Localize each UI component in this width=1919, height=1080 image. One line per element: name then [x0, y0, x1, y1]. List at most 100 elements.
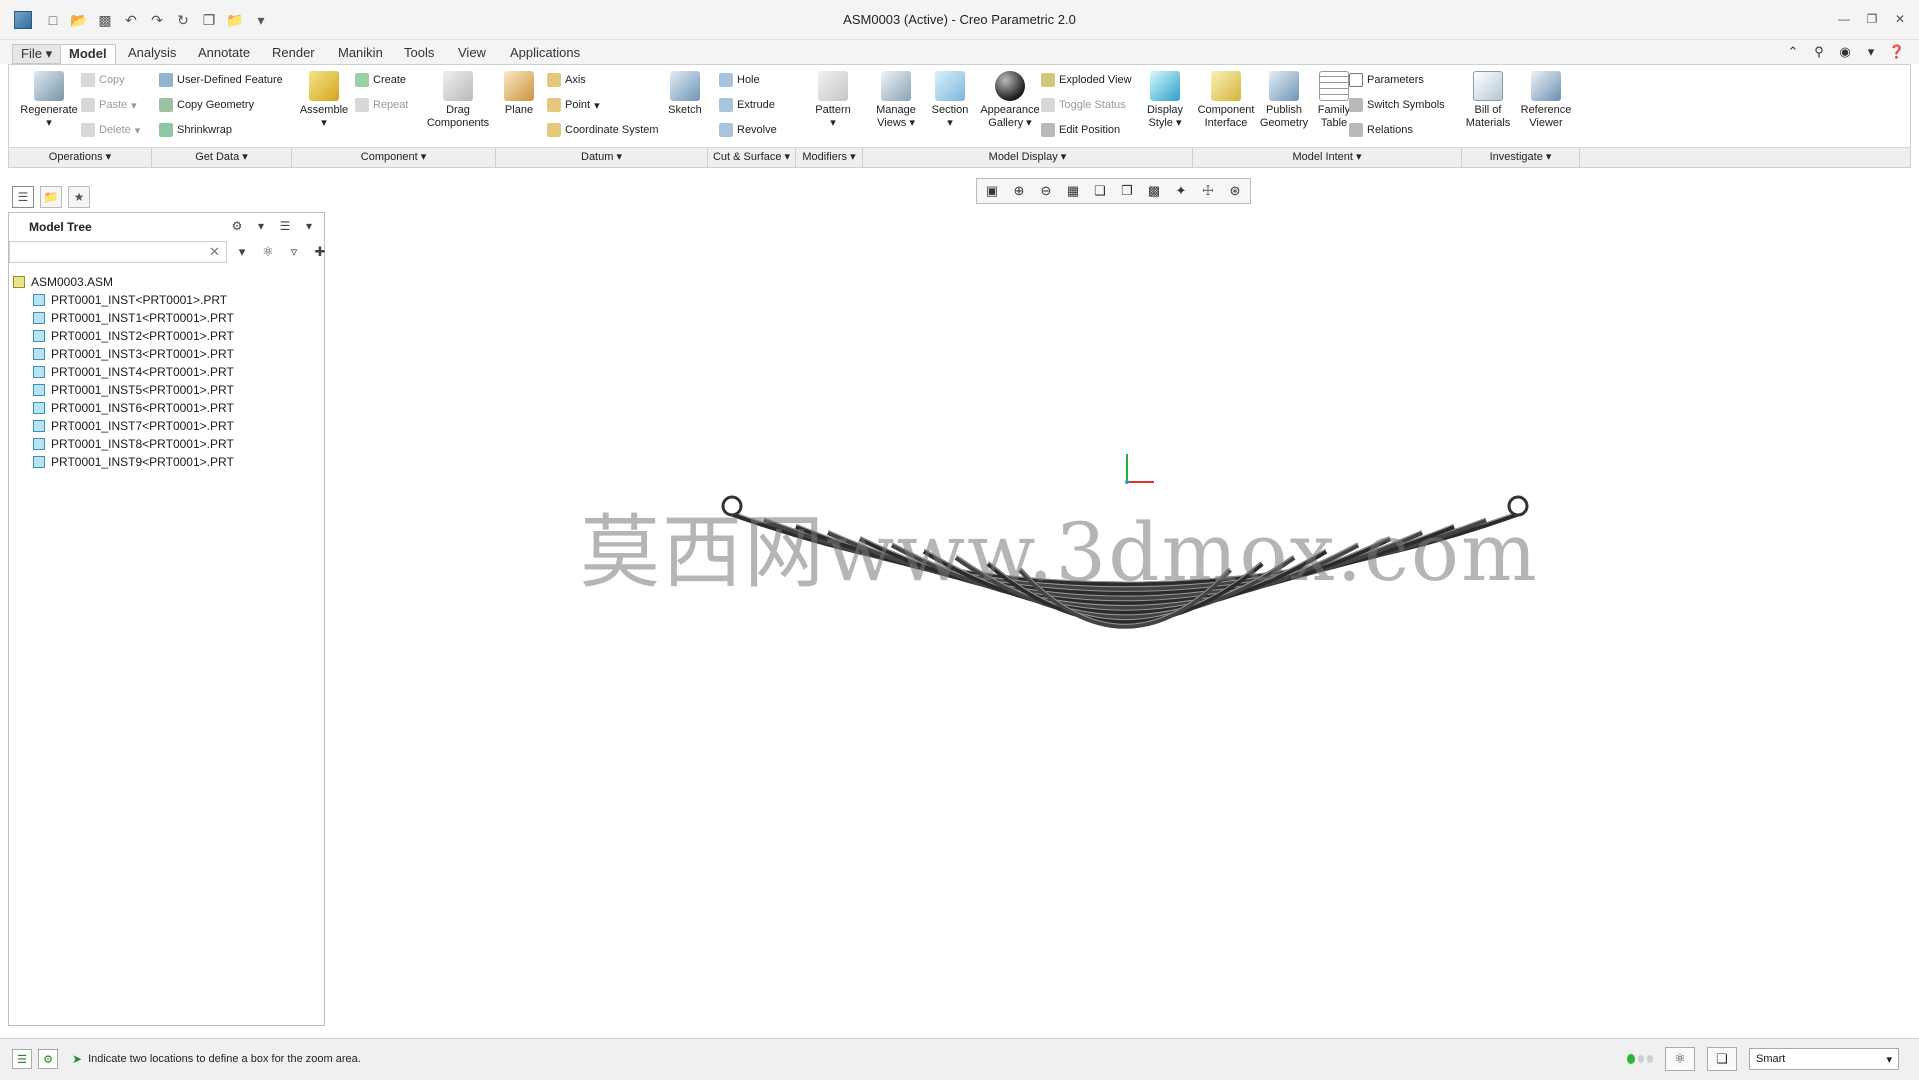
folder-browser-tab-icon[interactable]: 📁: [40, 186, 62, 208]
section-button[interactable]: Section ▾: [923, 71, 977, 130]
shrinkwrap-button[interactable]: Shrinkwrap: [159, 121, 232, 139]
edit-position-button[interactable]: Edit Position: [1041, 121, 1120, 139]
selection-filter-select[interactable]: Smart ▾: [1749, 1048, 1899, 1070]
group-component[interactable]: Component ▾: [292, 148, 496, 167]
axis-button[interactable]: Axis: [547, 71, 586, 89]
plane-button[interactable]: Plane: [497, 71, 541, 117]
repeat-button[interactable]: Repeat: [355, 96, 408, 114]
group-operations[interactable]: Operations ▾: [9, 148, 152, 167]
find-binoculars-icon[interactable]: ⚛: [1665, 1047, 1695, 1071]
regenerate-button[interactable]: Regenerate ▾: [13, 71, 85, 130]
tree-settings-dropdown-icon[interactable]: ▾: [252, 217, 270, 235]
tree-item-part[interactable]: PRT0001_INST1<PRT0001>.PRT: [13, 309, 234, 327]
maximize-icon[interactable]: ❐: [1861, 8, 1883, 30]
saved-orientations-icon[interactable]: ❐: [1116, 181, 1138, 201]
drag-components-button[interactable]: Drag Components: [425, 71, 491, 130]
coordinate-system-button[interactable]: Coordinate System: [547, 121, 659, 139]
group-datum[interactable]: Datum ▾: [496, 148, 708, 167]
add-icon[interactable]: ✚: [311, 243, 329, 261]
datum-display-icon[interactable]: ✦: [1170, 181, 1192, 201]
relations-button[interactable]: Relations: [1349, 121, 1413, 139]
bill-of-materials-button[interactable]: Bill of Materials: [1459, 71, 1517, 130]
create-button[interactable]: Create: [355, 71, 406, 89]
group-get-data[interactable]: Get Data ▾: [152, 148, 292, 167]
tree-item-part[interactable]: PRT0001_INST8<PRT0001>.PRT: [13, 435, 234, 453]
copy-geometry-button[interactable]: Copy Geometry: [159, 96, 254, 114]
display-style-icon[interactable]: ❏: [1089, 181, 1111, 201]
tab-view[interactable]: View: [450, 44, 494, 64]
clear-search-icon[interactable]: ✕: [209, 244, 220, 260]
close-icon[interactable]: ✕: [1889, 8, 1911, 30]
tree-item-part[interactable]: PRT0001_INST9<PRT0001>.PRT: [13, 453, 234, 471]
reference-viewer-button[interactable]: Reference Viewer: [1515, 71, 1577, 130]
tab-tools[interactable]: Tools: [396, 44, 442, 64]
tab-model[interactable]: Model: [60, 44, 116, 64]
tab-file[interactable]: File ▾: [12, 44, 62, 64]
refit-icon[interactable]: ▣: [981, 181, 1003, 201]
leaf-spring-model[interactable]: [330, 210, 1911, 1030]
show-menu-icon[interactable]: ☰: [276, 217, 294, 235]
tree-item-part[interactable]: PRT0001_INST2<PRT0001>.PRT: [13, 327, 234, 345]
group-investigate[interactable]: Investigate ▾: [1462, 148, 1580, 167]
toggle-navigator-icon[interactable]: ☰: [12, 1049, 32, 1069]
show-dropdown-icon[interactable]: ▾: [300, 217, 318, 235]
selection-box-icon[interactable]: ❏: [1707, 1047, 1737, 1071]
help-icon[interactable]: ❓: [1887, 42, 1907, 62]
copy-button[interactable]: Copy: [81, 71, 125, 89]
component-interface-button[interactable]: Component Interface: [1195, 71, 1257, 130]
revolve-button[interactable]: Revolve: [719, 121, 777, 139]
point-button[interactable]: Point ▾: [547, 96, 600, 114]
annotation-display-icon[interactable]: ⊛: [1224, 181, 1246, 201]
community-icon[interactable]: ◉: [1835, 42, 1855, 62]
tab-applications[interactable]: Applications: [502, 44, 588, 64]
tab-annotate[interactable]: Annotate: [190, 44, 258, 64]
filter-icon[interactable]: ▿: [285, 243, 303, 261]
find-binoculars-icon[interactable]: ⚛: [259, 243, 277, 261]
search-icon[interactable]: ⚲: [1809, 42, 1829, 62]
tree-item-part[interactable]: PRT0001_INST6<PRT0001>.PRT: [13, 399, 234, 417]
group-model-intent[interactable]: Model Intent ▾: [1193, 148, 1462, 167]
parameters-button[interactable]: Parameters: [1349, 71, 1424, 89]
zoom-in-icon[interactable]: ⊕: [1008, 181, 1030, 201]
tree-item-root[interactable]: ASM0003.ASM: [13, 273, 234, 291]
display-style-button[interactable]: Display Style ▾: [1139, 71, 1191, 130]
search-dropdown-icon[interactable]: ▾: [233, 243, 251, 261]
favorites-tab-icon[interactable]: ★: [68, 186, 90, 208]
switch-symbols-button[interactable]: Switch Symbols: [1349, 96, 1445, 114]
toggle-status-button[interactable]: Toggle Status: [1041, 96, 1126, 114]
tab-analysis[interactable]: Analysis: [120, 44, 184, 64]
tree-item-part[interactable]: PRT0001_INST5<PRT0001>.PRT: [13, 381, 234, 399]
tree-item-part[interactable]: PRT0001_INST7<PRT0001>.PRT: [13, 417, 234, 435]
zoom-out-icon[interactable]: ⊖: [1035, 181, 1057, 201]
assemble-button[interactable]: Assemble ▾: [295, 71, 353, 130]
group-model-display[interactable]: Model Display ▾: [863, 148, 1193, 167]
exploded-view-button[interactable]: Exploded View: [1041, 71, 1132, 89]
repaint-icon[interactable]: ▦: [1062, 181, 1084, 201]
model-tree-search-input[interactable]: [9, 241, 227, 263]
paste-button[interactable]: Paste ▾: [81, 96, 137, 114]
user-defined-feature-button[interactable]: User-Defined Feature: [159, 71, 283, 89]
spin-center-icon[interactable]: ☩: [1197, 181, 1219, 201]
toggle-browser-icon[interactable]: ⚙: [38, 1049, 58, 1069]
dropdown-icon[interactable]: ▾: [1861, 42, 1881, 62]
tree-item-part[interactable]: PRT0001_INST<PRT0001>.PRT: [13, 291, 234, 309]
delete-button[interactable]: Delete ▾: [81, 121, 140, 139]
tree-item-part[interactable]: PRT0001_INST4<PRT0001>.PRT: [13, 363, 234, 381]
appearance-gallery-button[interactable]: Appearance Gallery ▾: [975, 71, 1045, 130]
view-manager-icon[interactable]: ▩: [1143, 181, 1165, 201]
tab-manikin[interactable]: Manikin: [330, 44, 391, 64]
group-cut-surface[interactable]: Cut & Surface ▾: [708, 148, 796, 167]
tab-render[interactable]: Render: [264, 44, 323, 64]
tree-item-part[interactable]: PRT0001_INST3<PRT0001>.PRT: [13, 345, 234, 363]
tree-settings-icon[interactable]: ⚙: [228, 217, 246, 235]
extrude-button[interactable]: Extrude: [719, 96, 775, 114]
graphics-area[interactable]: 莫西网www.3dmox.com: [330, 210, 1911, 1030]
publish-geometry-button[interactable]: Publish Geometry: [1255, 71, 1313, 130]
pattern-button[interactable]: Pattern ▾: [805, 71, 861, 130]
hole-button[interactable]: Hole: [719, 71, 760, 89]
group-modifiers[interactable]: Modifiers ▾: [796, 148, 863, 167]
model-tree-tab-icon[interactable]: ☰: [12, 186, 34, 208]
minimize-ribbon-icon[interactable]: ⌃: [1783, 42, 1803, 62]
sketch-button[interactable]: Sketch: [663, 71, 707, 117]
minimize-icon[interactable]: —: [1833, 8, 1855, 30]
